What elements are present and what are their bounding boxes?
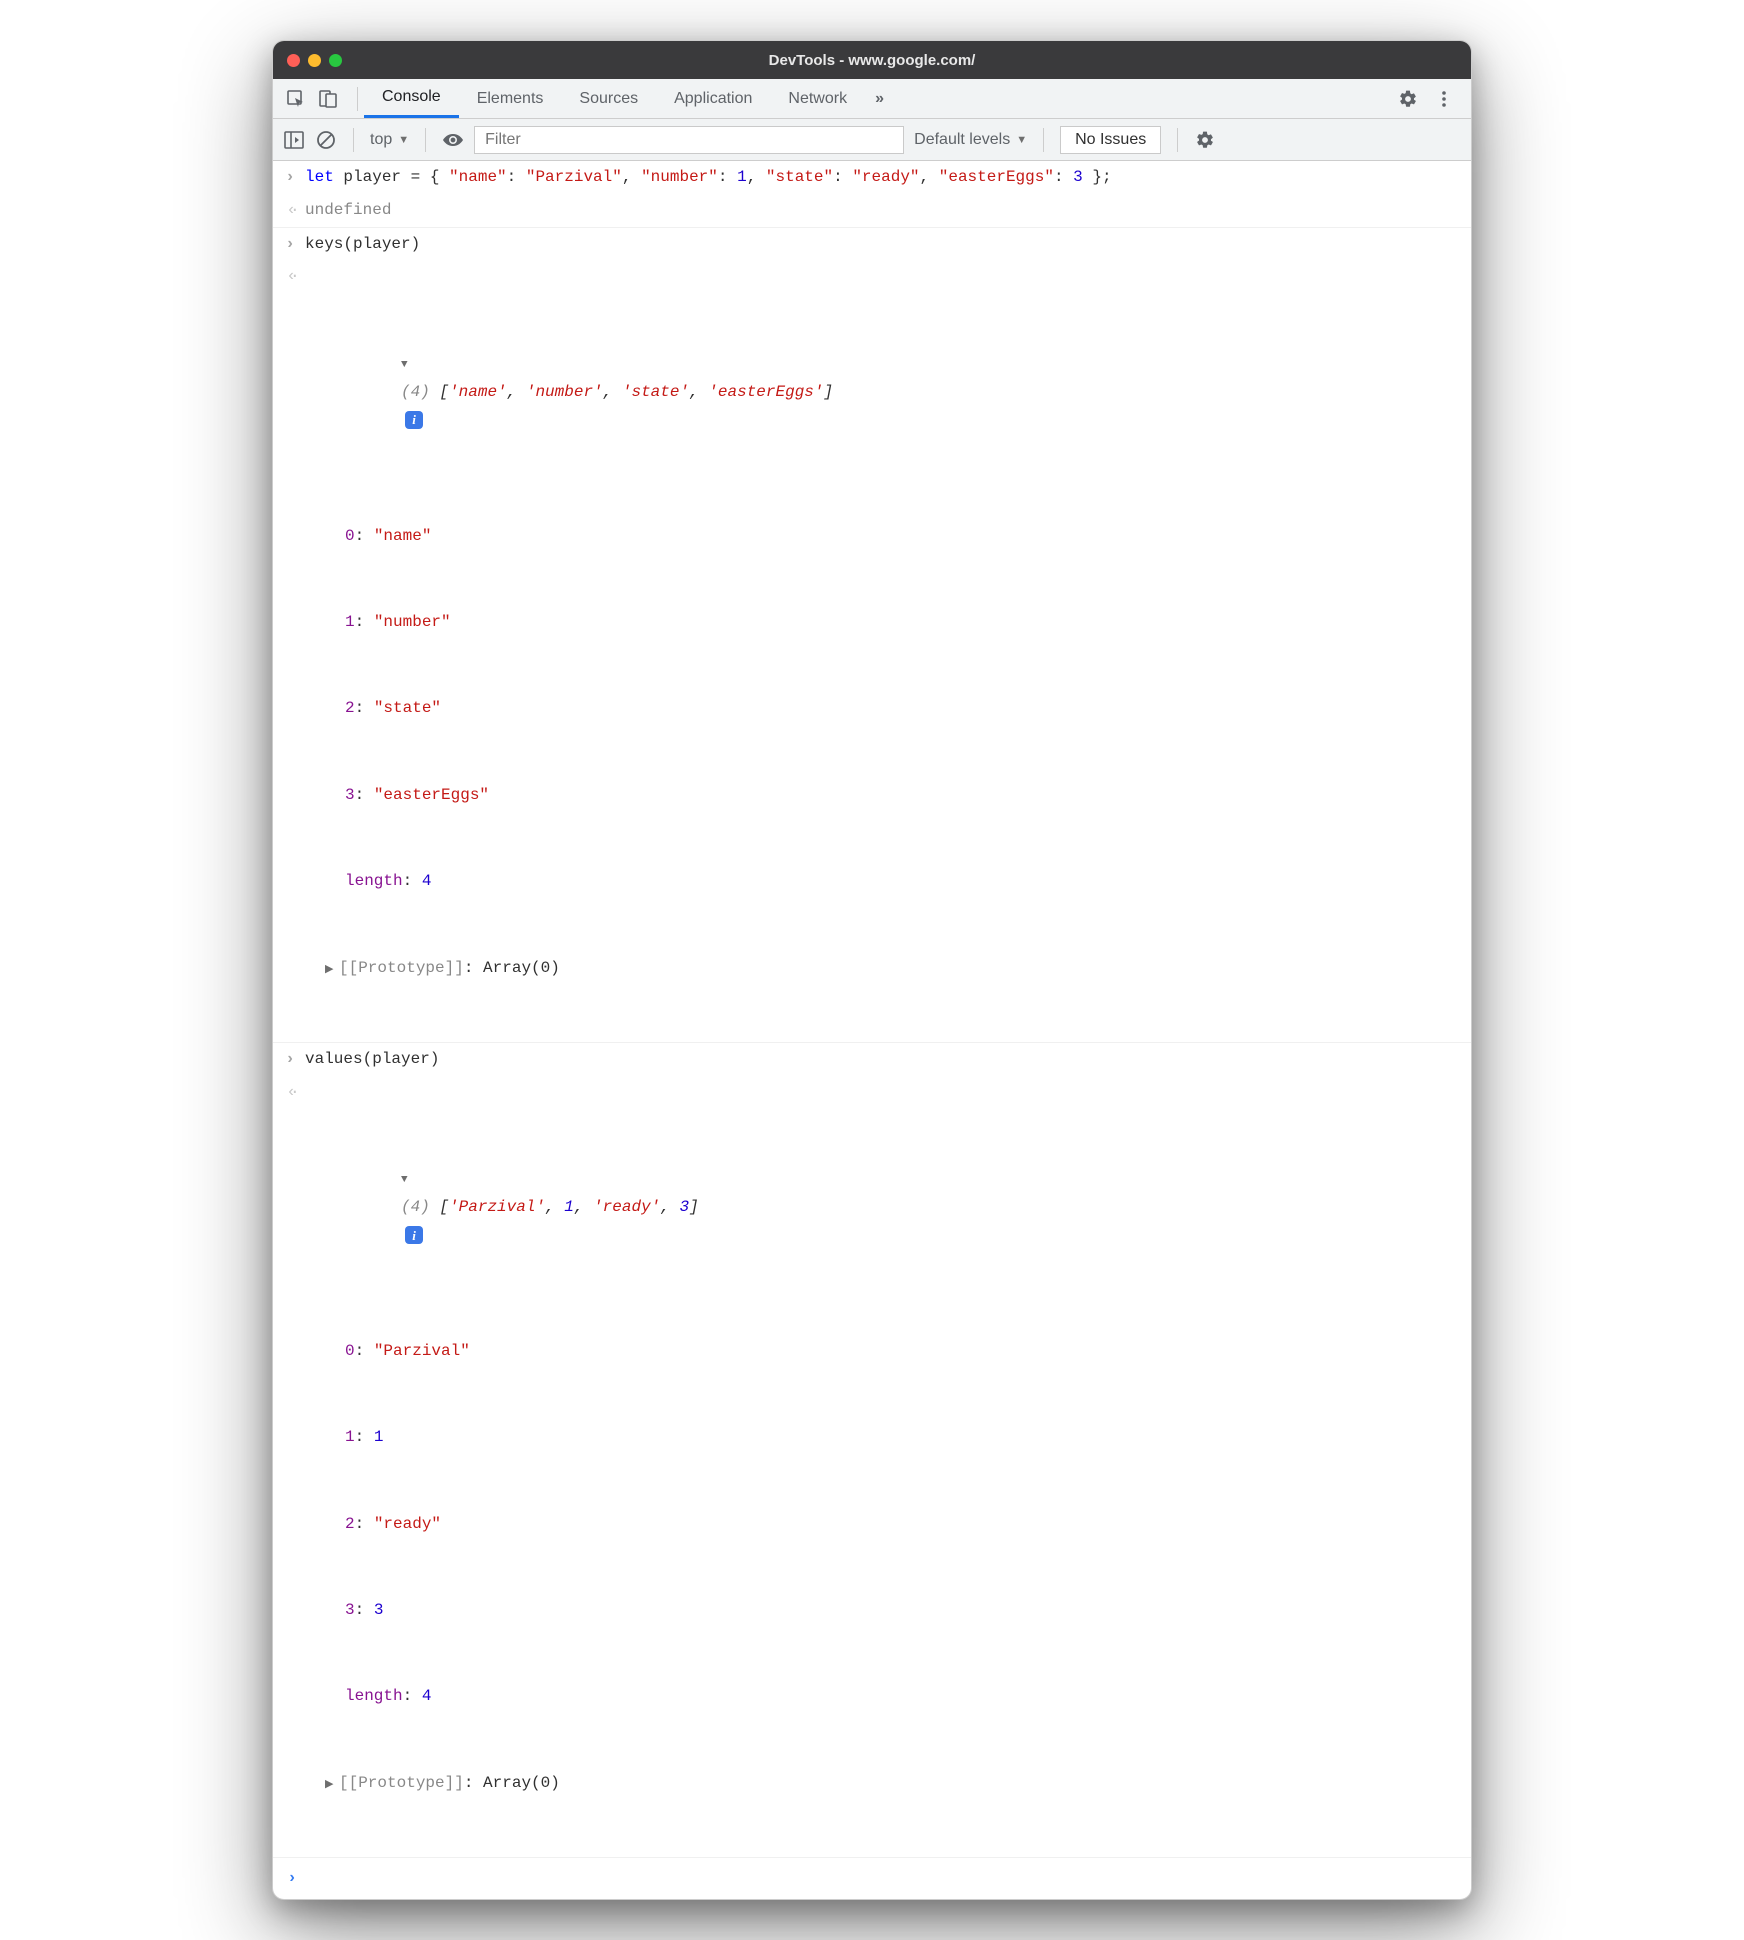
array-result: (4) ['name', 'number', 'state', 'easterE… — [301, 262, 1463, 1040]
expand-arrow-icon[interactable] — [325, 954, 339, 983]
output-marker-icon — [279, 262, 301, 1040]
inspect-element-icon[interactable] — [285, 88, 307, 110]
divider — [425, 128, 426, 152]
length-entry[interactable]: length: 4 — [305, 867, 1463, 896]
kebab-menu-icon[interactable] — [1433, 88, 1455, 110]
tabstrip: Console Elements Sources Application Net… — [273, 79, 1471, 119]
devtools-window: DevTools - www.google.com/ Console Eleme… — [272, 40, 1472, 1900]
console-settings-gear-icon[interactable] — [1194, 129, 1216, 151]
output-marker-icon — [279, 196, 301, 225]
tab-elements[interactable]: Elements — [459, 79, 562, 118]
console-toolbar: top ▼ Default levels ▼ No Issues — [273, 119, 1471, 161]
log-levels-selector[interactable]: Default levels ▼ — [914, 131, 1027, 149]
divider — [1177, 128, 1178, 152]
console-input-row: values(player) — [273, 1043, 1471, 1076]
input-marker-icon — [279, 163, 301, 192]
settings-gear-icon[interactable] — [1397, 88, 1419, 110]
divider — [357, 87, 358, 111]
array-entry[interactable]: 3: "easterEggs" — [305, 781, 1463, 810]
divider — [1043, 128, 1044, 152]
input-marker-icon — [279, 230, 301, 259]
length-entry[interactable]: length: 4 — [305, 1682, 1463, 1711]
undefined-result: undefined — [301, 196, 1463, 225]
tab-console[interactable]: Console — [364, 79, 459, 118]
console-prompt[interactable] — [273, 1858, 1471, 1899]
maximize-window-button[interactable] — [329, 54, 342, 67]
code-line[interactable]: values(player) — [301, 1045, 1463, 1074]
console-input-row: let player = { "name": "Parzival", "numb… — [273, 161, 1471, 194]
console-output-row: undefined — [273, 194, 1471, 228]
tab-sources[interactable]: Sources — [561, 79, 656, 118]
tab-network[interactable]: Network — [770, 79, 865, 118]
array-entry[interactable]: 1: "number" — [305, 608, 1463, 637]
array-entry[interactable]: 1: 1 — [305, 1423, 1463, 1452]
filter-input[interactable] — [474, 126, 904, 154]
issues-button[interactable]: No Issues — [1060, 126, 1161, 154]
prototype-entry[interactable]: [[Prototype]]: Array(0) — [305, 954, 1463, 983]
prompt-marker-icon — [281, 1864, 303, 1893]
array-entry[interactable]: 2: "ready" — [305, 1510, 1463, 1539]
close-window-button[interactable] — [287, 54, 300, 67]
expand-arrow-icon[interactable] — [401, 1164, 415, 1193]
info-icon[interactable]: i — [405, 411, 423, 429]
window-title: DevTools - www.google.com/ — [273, 52, 1471, 69]
prototype-entry[interactable]: [[Prototype]]: Array(0) — [305, 1769, 1463, 1798]
prompt-input[interactable] — [303, 1864, 1463, 1893]
console-output: let player = { "name": "Parzival", "numb… — [273, 161, 1471, 1899]
traffic-lights — [287, 54, 342, 67]
array-entry[interactable]: 0: "Parzival" — [305, 1337, 1463, 1366]
array-entry[interactable]: 2: "state" — [305, 694, 1463, 723]
device-toolbar-icon[interactable] — [317, 88, 339, 110]
levels-label: Default levels — [914, 131, 1010, 149]
output-marker-icon — [279, 1078, 301, 1856]
expand-arrow-icon[interactable] — [401, 349, 415, 378]
info-icon[interactable]: i — [405, 1226, 423, 1244]
more-tabs-button[interactable]: » — [865, 79, 894, 118]
context-selector[interactable]: top ▼ — [370, 131, 409, 149]
array-entry[interactable]: 3: 3 — [305, 1596, 1463, 1625]
divider — [353, 128, 354, 152]
expand-arrow-icon[interactable] — [325, 1769, 339, 1798]
console-output-row: (4) ['Parzival', 1, 'ready', 3] i 0: "Pa… — [273, 1076, 1471, 1859]
console-output-row: (4) ['name', 'number', 'state', 'easterE… — [273, 260, 1471, 1043]
minimize-window-button[interactable] — [308, 54, 321, 67]
clear-console-icon[interactable] — [315, 129, 337, 151]
tab-application[interactable]: Application — [656, 79, 770, 118]
console-input-row: keys(player) — [273, 228, 1471, 261]
caret-down-icon: ▼ — [398, 134, 409, 146]
code-line[interactable]: let player = { "name": "Parzival", "numb… — [301, 163, 1463, 192]
caret-down-icon: ▼ — [1016, 134, 1027, 146]
input-marker-icon — [279, 1045, 301, 1074]
sidebar-toggle-icon[interactable] — [283, 129, 305, 151]
live-expression-eye-icon[interactable] — [442, 129, 464, 151]
array-entry[interactable]: 0: "name" — [305, 522, 1463, 551]
code-line[interactable]: keys(player) — [301, 230, 1463, 259]
array-result: (4) ['Parzival', 1, 'ready', 3] i 0: "Pa… — [301, 1078, 1463, 1856]
context-label: top — [370, 131, 392, 149]
titlebar: DevTools - www.google.com/ — [273, 41, 1471, 79]
